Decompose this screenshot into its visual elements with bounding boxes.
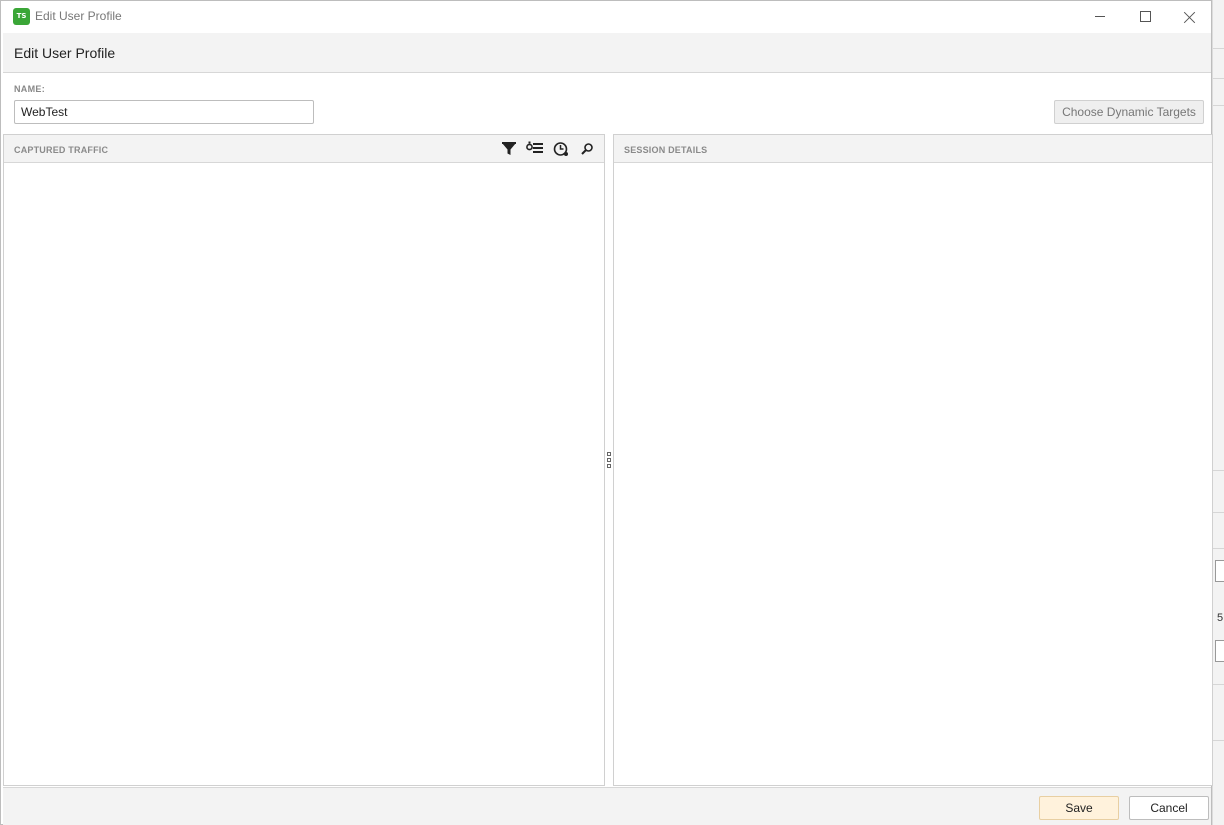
background-spinner — [1215, 560, 1224, 582]
minimize-icon — [1095, 16, 1105, 17]
session-details-title: SESSION DETAILS — [624, 145, 708, 155]
close-icon — [1184, 11, 1196, 23]
minimize-button[interactable] — [1077, 1, 1123, 32]
drag-handle-icon[interactable] — [607, 452, 611, 468]
title-bar[interactable]: TS Edit User Profile — [1, 1, 1211, 32]
maximize-icon — [1139, 11, 1151, 22]
captured-traffic-toolbar — [500, 140, 596, 158]
background-app-edge: 5 — [1212, 0, 1224, 825]
background-spinner — [1215, 640, 1224, 662]
dialog-header: Edit User Profile — [3, 33, 1211, 73]
filter-icon[interactable] — [500, 140, 518, 158]
captured-traffic-header: CAPTURED TRAFFIC — [4, 135, 604, 163]
close-button[interactable] — [1167, 1, 1213, 32]
app-icon: TS — [13, 8, 30, 25]
session-details-header: SESSION DETAILS — [614, 135, 1212, 163]
panel-splitter[interactable] — [605, 134, 613, 786]
name-input[interactable] — [14, 100, 314, 124]
save-button[interactable]: Save — [1039, 796, 1119, 820]
maximize-button[interactable] — [1122, 1, 1168, 32]
search-icon[interactable] — [578, 140, 596, 158]
name-label: NAME: — [14, 84, 45, 94]
list-settings-icon[interactable] — [526, 140, 544, 158]
window-title: Edit User Profile — [35, 9, 122, 23]
edit-user-profile-dialog: TS Edit User Profile Edit User Profile N… — [0, 0, 1213, 825]
captured-traffic-title: CAPTURED TRAFFIC — [14, 145, 109, 155]
background-digit: 5 — [1217, 612, 1224, 624]
captured-traffic-panel: CAPTURED TRAFFIC — [3, 134, 605, 786]
choose-dynamic-targets-button[interactable]: Choose Dynamic Targets — [1054, 100, 1204, 124]
dialog-footer: Save Cancel — [3, 787, 1211, 825]
clock-icon[interactable] — [552, 140, 570, 158]
cancel-button[interactable]: Cancel — [1129, 796, 1209, 820]
session-details-panel: SESSION DETAILS — [613, 134, 1213, 786]
page-title: Edit User Profile — [14, 45, 116, 61]
